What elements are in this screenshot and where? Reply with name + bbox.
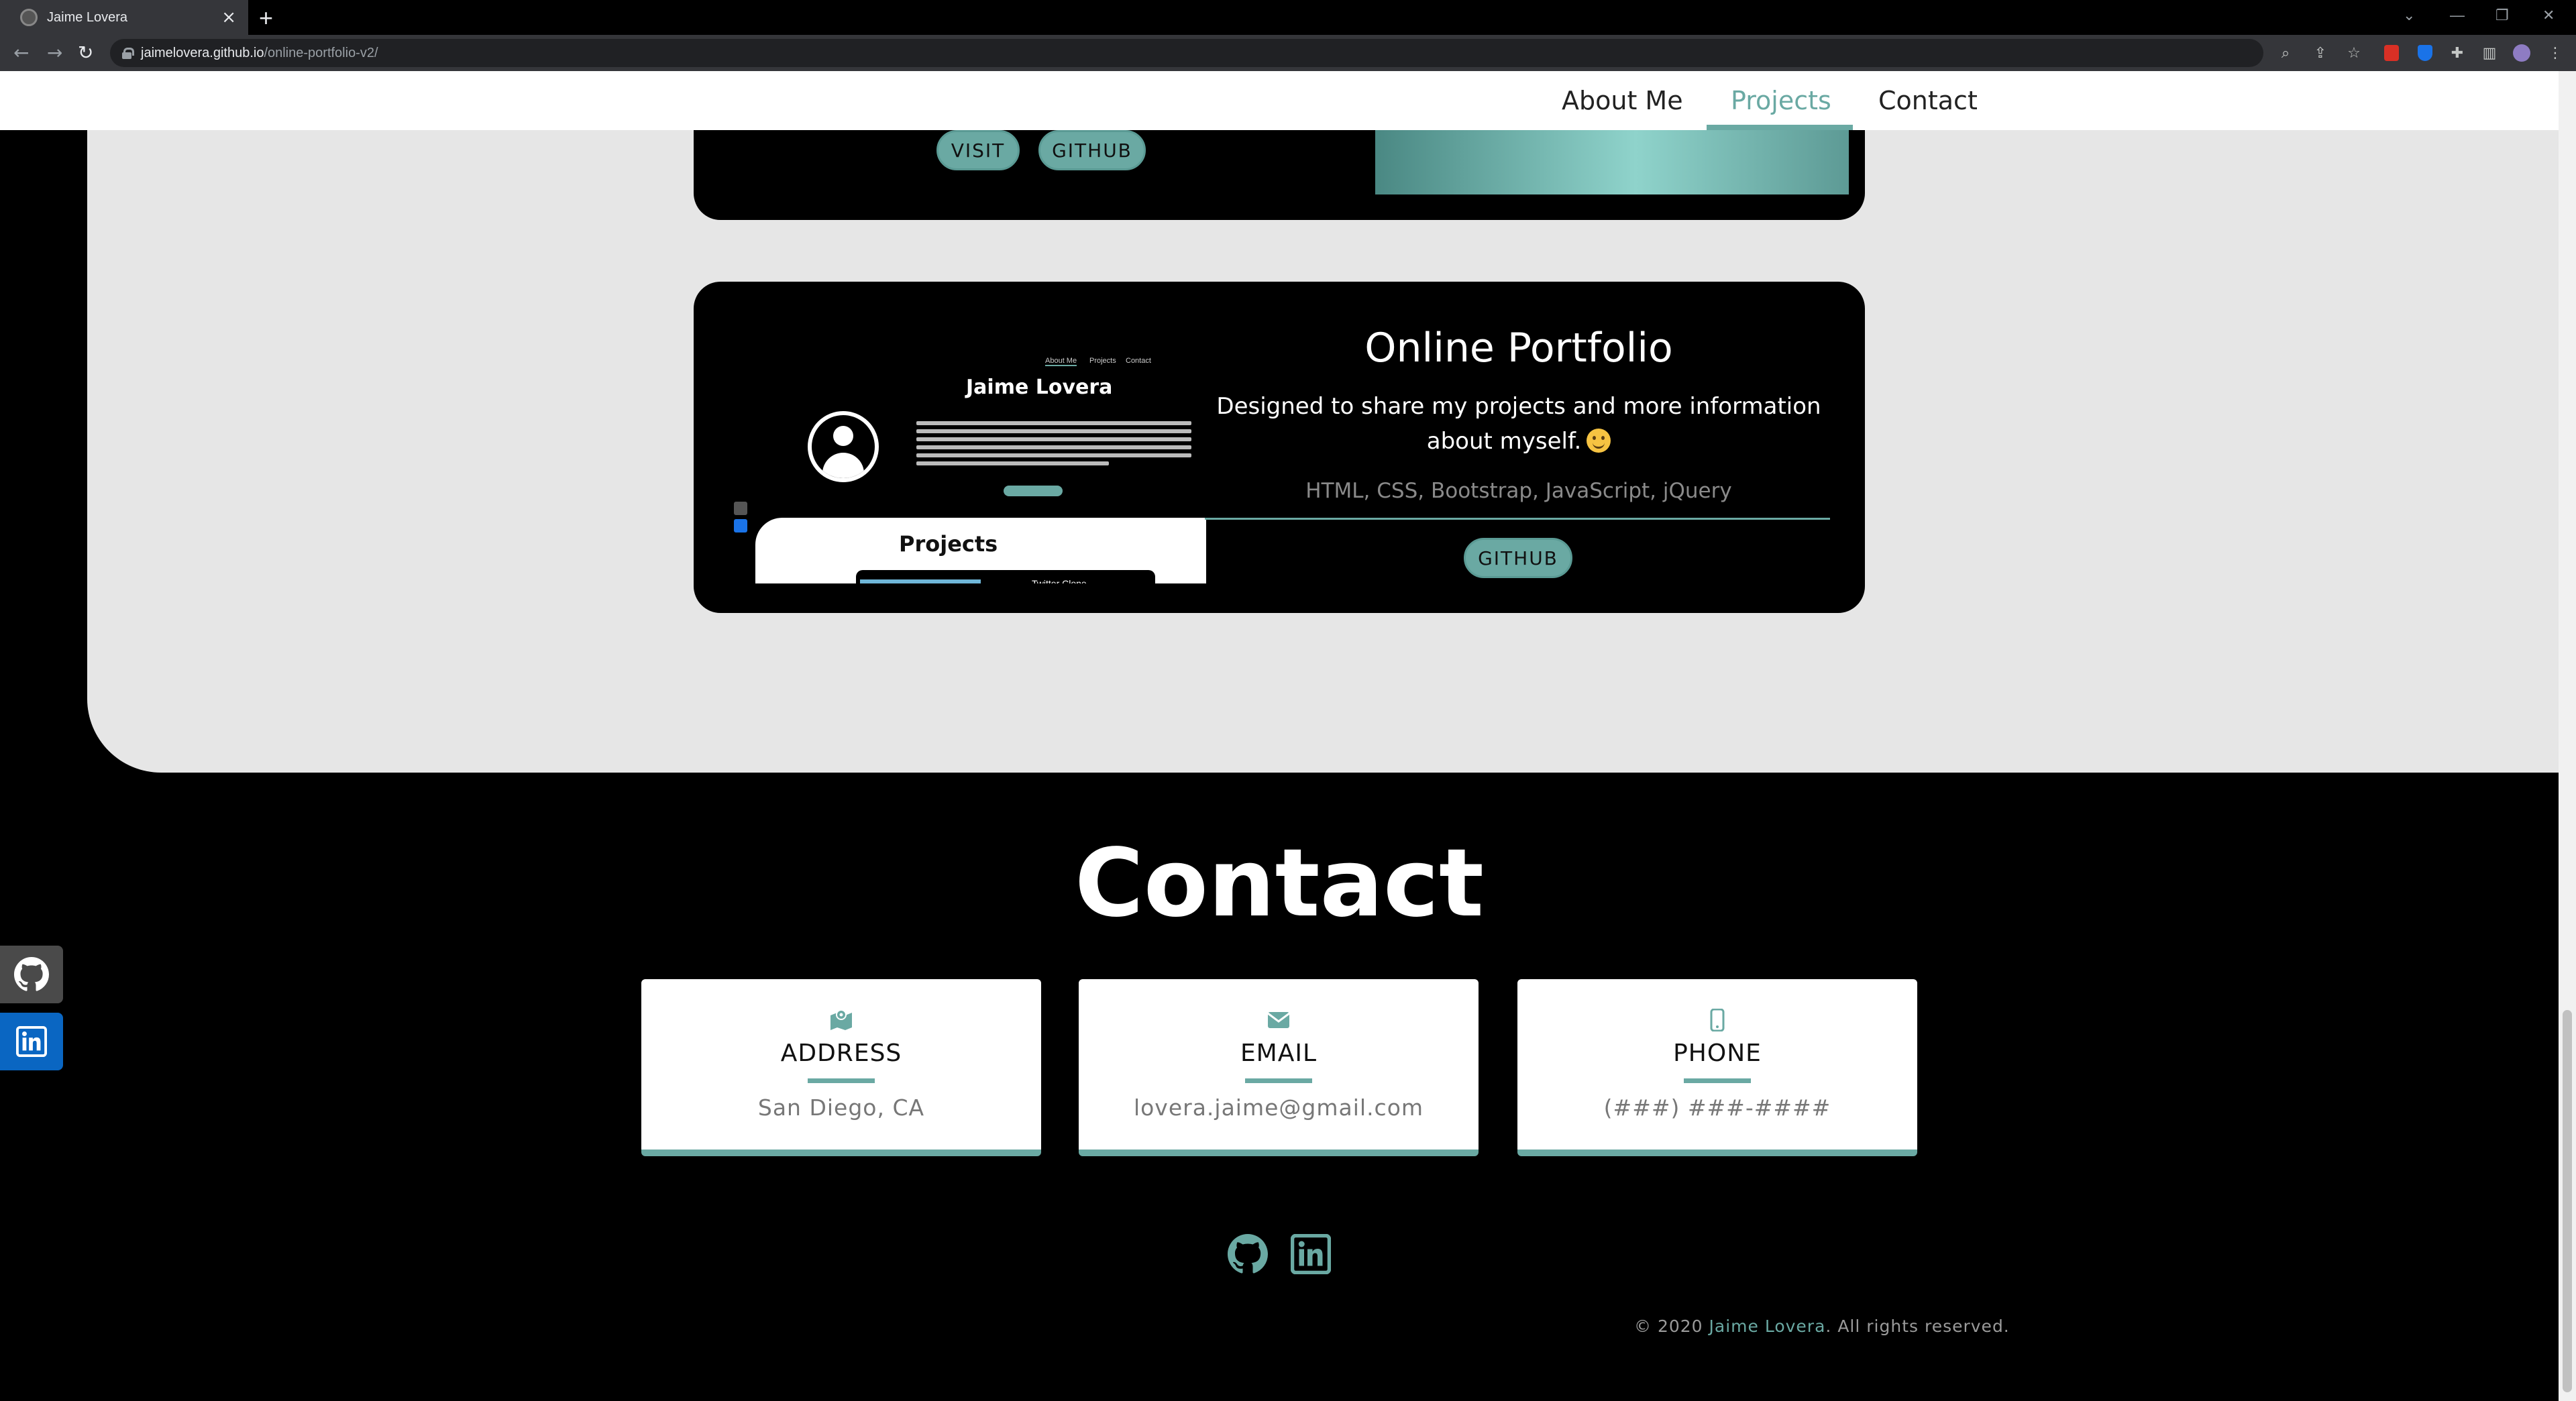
extension-red-icon[interactable] bbox=[2381, 43, 2402, 63]
github-button[interactable]: GITHUB bbox=[1464, 538, 1572, 578]
side-linkedin-button[interactable] bbox=[0, 1013, 63, 1070]
preview-resume-button bbox=[1004, 486, 1063, 496]
browser-menu-icon[interactable]: ⋮ bbox=[2545, 43, 2565, 63]
contact-title: Contact bbox=[1075, 829, 1484, 938]
github-button-previous[interactable]: GITHUB bbox=[1038, 130, 1146, 170]
share-icon[interactable]: ⇪ bbox=[2310, 43, 2330, 63]
preview-bio-text bbox=[916, 421, 1191, 475]
tab-favicon-icon bbox=[20, 9, 38, 26]
preview-project-card: Twitter Clone bbox=[856, 570, 1155, 583]
preview-nav-projects: Projects bbox=[1089, 357, 1116, 365]
zoom-icon[interactable]: ⌕ bbox=[2275, 43, 2296, 63]
project-description-text: Designed to share my projects and more i… bbox=[1216, 393, 1821, 455]
contact-value-email[interactable]: lovera.jaime@gmail.com bbox=[1079, 1095, 1479, 1121]
scrollbar-thumb[interactable] bbox=[2563, 1010, 2572, 1392]
contact-value-phone: (###) ###-#### bbox=[1603, 1095, 1831, 1121]
preview-project-title: Twitter Clone bbox=[1032, 578, 1087, 583]
visit-button[interactable]: VISIT bbox=[936, 130, 1020, 170]
copyright-text: © 2020 Jaime Lovera. All rights reserved… bbox=[1634, 1316, 2010, 1336]
contact-card-phone: PHONE (###) ###-#### bbox=[1517, 979, 1917, 1156]
url-path: /online-portfolio-v2/ bbox=[264, 45, 378, 60]
contact-label-phone: PHONE bbox=[1673, 1040, 1762, 1067]
project-preview-image[interactable]: About Me Projects Contact Jaime Lovera P… bbox=[730, 315, 1206, 583]
contact-underline bbox=[808, 1078, 875, 1083]
preview-nav-contact: Contact bbox=[1126, 357, 1151, 365]
project-description: Designed to share my projects and more i… bbox=[1203, 389, 1834, 459]
page-scrollbar[interactable] bbox=[2559, 71, 2576, 1401]
preview-name: Jaime Lovera bbox=[966, 376, 1113, 399]
url-host: jaimelovera.github.io bbox=[141, 45, 264, 60]
preview-project-image bbox=[860, 579, 981, 583]
map-icon bbox=[641, 1009, 1041, 1035]
project-tech-stack: HTML, CSS, Bootstrap, JavaScript, jQuery bbox=[1305, 479, 1732, 503]
copyright-name-link[interactable]: Jaime Lovera bbox=[1709, 1316, 1826, 1336]
extensions-puzzle-icon[interactable]: ✚ bbox=[2447, 43, 2467, 63]
project-divider bbox=[1205, 518, 1830, 520]
tab-search-icon[interactable]: ⌄ bbox=[2403, 7, 2415, 24]
browser-tab[interactable]: Jaime Lovera × bbox=[0, 0, 248, 35]
preview-github-icon bbox=[734, 502, 747, 515]
preview-projects-title: Projects bbox=[899, 531, 998, 557]
contact-underline bbox=[1684, 1078, 1751, 1083]
copyright-prefix: © 2020 bbox=[1634, 1316, 1709, 1336]
contact-label-address: ADDRESS bbox=[780, 1040, 902, 1067]
address-bar[interactable]: jaimelovera.github.io/online-portfolio-v… bbox=[110, 39, 2263, 67]
footer-linkedin-icon[interactable] bbox=[1290, 1233, 1332, 1275]
project-card-online-portfolio: About Me Projects Contact Jaime Lovera P… bbox=[694, 282, 1865, 613]
reload-icon[interactable]: ↻ bbox=[78, 42, 93, 64]
bookmark-star-icon[interactable]: ☆ bbox=[2344, 43, 2364, 63]
contact-label-email: EMAIL bbox=[1240, 1040, 1318, 1067]
browser-tabstrip: Jaime Lovera × + ⌄ — ❐ ✕ bbox=[0, 0, 2576, 35]
project-card-previous: VISIT GITHUB bbox=[694, 130, 1865, 220]
profile-avatar-icon[interactable] bbox=[2512, 43, 2532, 63]
nav-projects[interactable]: Projects bbox=[1731, 86, 1831, 115]
nav-contact[interactable]: Contact bbox=[1878, 86, 1978, 115]
preview-linkedin-icon bbox=[734, 519, 747, 533]
browser-toolbar: ← → ↻ jaimelovera.github.io/online-portf… bbox=[0, 35, 2576, 71]
github-icon bbox=[14, 957, 49, 991]
tab-title: Jaime Lovera bbox=[47, 9, 128, 25]
back-icon[interactable]: ← bbox=[13, 42, 29, 64]
close-window-icon[interactable]: ✕ bbox=[2542, 7, 2555, 24]
nav-active-underline bbox=[1707, 125, 1853, 130]
smiley-emoji-icon bbox=[1587, 429, 1611, 453]
contact-card-email: EMAIL lovera.jaime@gmail.com bbox=[1079, 979, 1479, 1156]
mobile-icon bbox=[1517, 1008, 1917, 1037]
side-panel-icon[interactable]: ▥ bbox=[2479, 43, 2500, 63]
preview-nav-about: About Me bbox=[1045, 357, 1077, 366]
lock-icon bbox=[122, 48, 134, 59]
restore-icon[interactable]: ❐ bbox=[2496, 7, 2509, 24]
contact-underline bbox=[1245, 1078, 1312, 1083]
project-title: Online Portfolio bbox=[1364, 325, 1673, 372]
contact-card-address: ADDRESS San Diego, CA bbox=[641, 979, 1041, 1156]
footer-github-icon[interactable] bbox=[1228, 1234, 1268, 1274]
extension-shield-icon[interactable] bbox=[2415, 43, 2435, 63]
contact-value-address: San Diego, CA bbox=[757, 1095, 925, 1121]
envelope-icon bbox=[1079, 1009, 1479, 1034]
forward-icon[interactable]: → bbox=[47, 42, 62, 64]
tab-close-icon[interactable]: × bbox=[221, 7, 236, 27]
preview-avatar-icon bbox=[808, 411, 879, 482]
side-github-button[interactable] bbox=[0, 946, 63, 1003]
project-preview-image-previous bbox=[1375, 130, 1849, 194]
linkedin-icon bbox=[16, 1026, 47, 1057]
site-navbar: About Me Projects Contact bbox=[0, 71, 2559, 130]
copyright-suffix: . All rights reserved. bbox=[1825, 1316, 2010, 1336]
minimize-icon[interactable]: — bbox=[2450, 7, 2465, 24]
nav-about-me[interactable]: About Me bbox=[1562, 86, 1683, 115]
new-tab-button[interactable]: + bbox=[259, 4, 273, 32]
